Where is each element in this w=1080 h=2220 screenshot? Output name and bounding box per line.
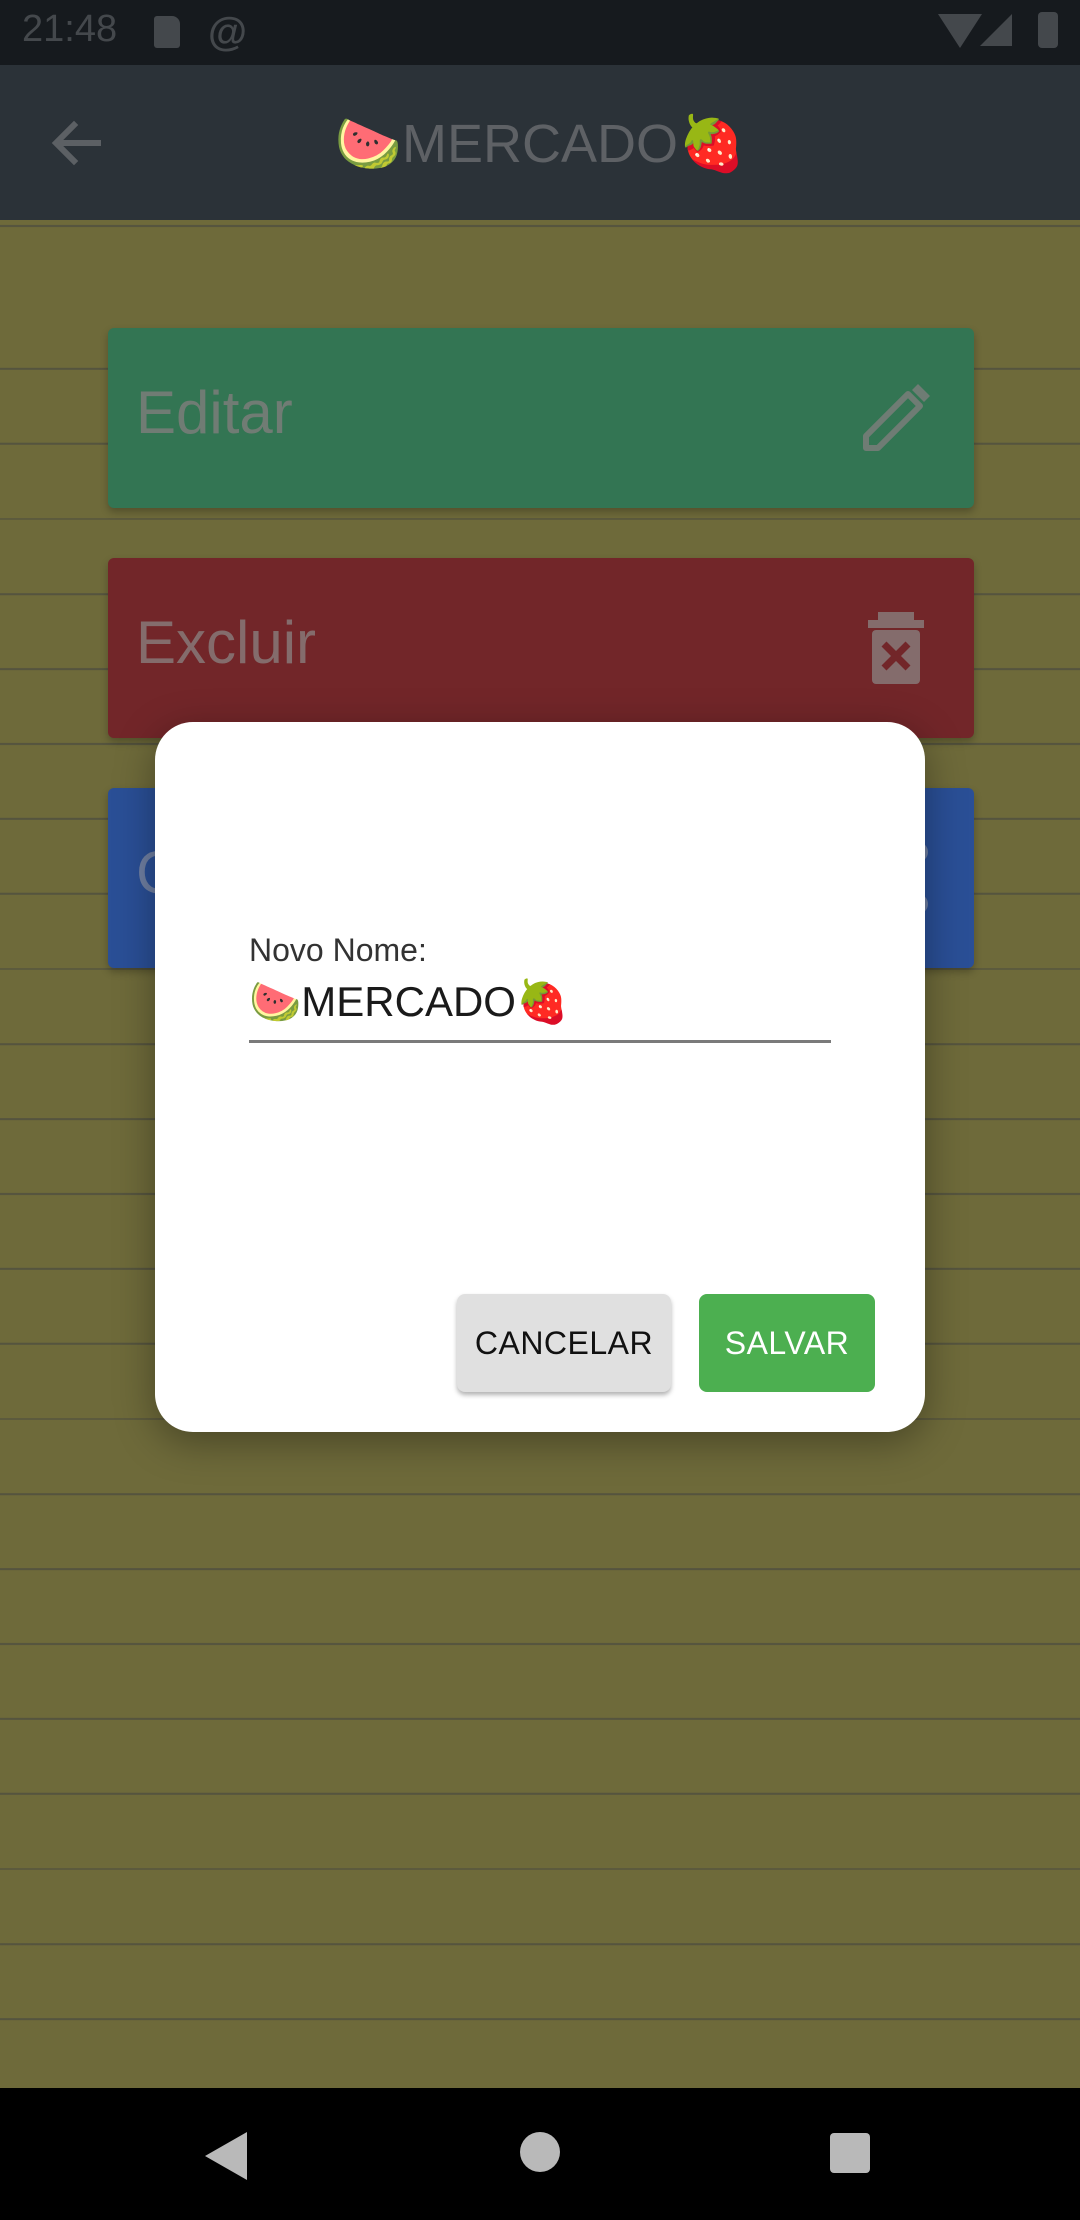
- wifi-icon: [938, 14, 982, 48]
- signal-icon: [980, 14, 1012, 46]
- status-time: 21:48: [22, 8, 118, 50]
- delete-button-label: Excluir: [136, 609, 317, 676]
- battery-icon: [1038, 12, 1058, 48]
- new-name-input[interactable]: [249, 972, 831, 1043]
- edit-button-label: Editar: [136, 379, 293, 446]
- trash-icon: [868, 612, 924, 684]
- at-icon: @: [208, 10, 248, 54]
- nav-home-icon[interactable]: [520, 2132, 560, 2172]
- app-bar: 🍉MERCADO🍓: [0, 65, 1080, 220]
- save-button[interactable]: SALVAR: [699, 1294, 875, 1392]
- sd-card-icon: [154, 16, 180, 48]
- cancel-button[interactable]: CANCELAR: [457, 1294, 671, 1392]
- rename-dialog: Novo Nome: CANCELAR SALVAR: [155, 722, 925, 1432]
- delete-button[interactable]: Excluir: [108, 558, 974, 738]
- navigation-bar: [0, 2088, 1080, 2220]
- pencil-icon: [863, 384, 930, 451]
- page-title: 🍉MERCADO🍓: [334, 114, 746, 174]
- nav-recent-icon[interactable]: [830, 2133, 870, 2173]
- nav-back-icon[interactable]: [205, 2132, 247, 2180]
- edit-button[interactable]: Editar: [108, 328, 974, 508]
- new-name-label: Novo Nome:: [249, 932, 427, 968]
- status-bar: 21:48 @: [0, 0, 1080, 65]
